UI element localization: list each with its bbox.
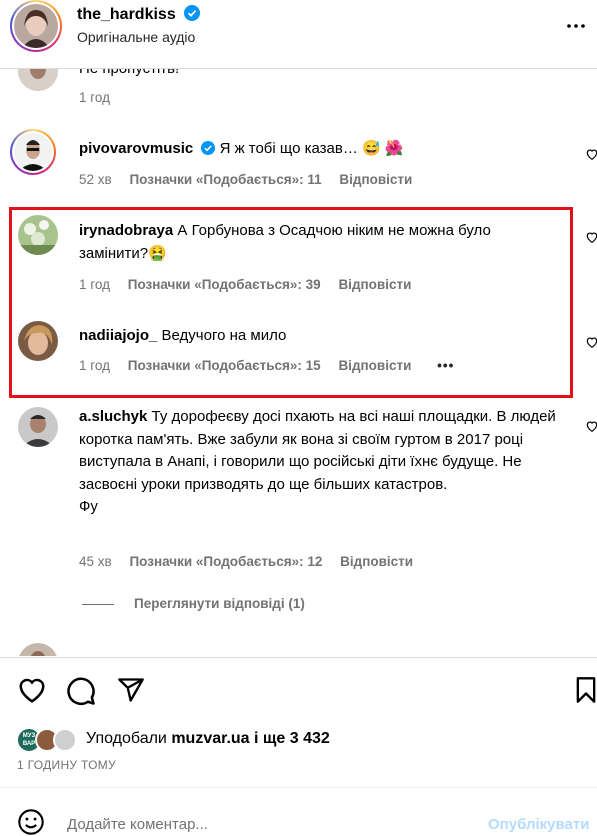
comment-meta: 1 год: [79, 90, 124, 105]
commenter-avatar[interactable]: [10, 129, 56, 175]
comment-text-line: Фу: [79, 498, 98, 515]
verified-badge-icon: [184, 5, 201, 21]
comment-likes[interactable]: Позначки «Подобається»: 39: [128, 277, 321, 292]
comment-text: nadiiajojo_ Ведучого на мило: [79, 327, 287, 344]
liked-by-avatars[interactable]: МУЗ ВАР: [17, 728, 81, 754]
username-text[interactable]: the_hardkiss: [77, 6, 176, 23]
reply-button[interactable]: Відповісти: [339, 172, 412, 187]
like-comment-heart-icon[interactable]: [585, 230, 597, 244]
like-heart-icon[interactable]: [17, 676, 47, 704]
comment-text: pivovarovmusic Я ж тобі що казав… 😅 🌺: [79, 140, 404, 157]
comment-time: 52 хв: [79, 172, 112, 187]
post-time[interactable]: 1 ГОДИНУ ТОМУ: [17, 758, 116, 772]
comment-time: 45 хв: [79, 554, 112, 569]
comment-likes[interactable]: Позначки «Подобається»: 12: [129, 554, 322, 569]
likes-count[interactable]: і ще 3 432: [254, 730, 330, 747]
view-replies-button[interactable]: Переглянути відповіді (1): [82, 596, 305, 611]
more-options-icon[interactable]: [566, 16, 586, 36]
profile-avatar[interactable]: [10, 0, 62, 52]
like-comment-heart-icon[interactable]: [585, 419, 597, 433]
save-bookmark-icon[interactable]: [575, 676, 597, 704]
comment-text: a.sluchyk Ту дорофеєву досі пхають на вс…: [79, 406, 569, 519]
comment-meta: 1 год Позначки «Подобається»: 15 Відпові…: [79, 358, 468, 373]
reply-button[interactable]: Відповісти: [340, 554, 413, 569]
add-comment-bar: Додайте коментар... Опублікувати: [0, 787, 597, 835]
commenter-avatar[interactable]: [18, 643, 58, 656]
likes-summary[interactable]: Уподобали muzvar.ua і ще 3 432: [86, 730, 330, 748]
liked-by-user[interactable]: muzvar.ua: [171, 730, 249, 747]
add-comment-input[interactable]: Додайте коментар...: [67, 816, 208, 833]
comment-text: irynadobraya А Горбунова з Осадчою ніким…: [79, 222, 491, 262]
comment-text: Не пропустіть!: [79, 69, 564, 81]
comment-username[interactable]: a.sluchyk: [79, 408, 147, 425]
comment-meta: 45 хв Позначки «Подобається»: 12 Відпові…: [79, 554, 427, 569]
commenter-avatar[interactable]: [18, 321, 58, 361]
commenter-avatar[interactable]: [18, 69, 58, 91]
commenter-avatar[interactable]: [18, 407, 58, 447]
share-send-icon[interactable]: [117, 676, 145, 704]
reply-button[interactable]: Відповісти: [338, 277, 411, 292]
comment-likes[interactable]: Позначки «Подобається»: 11: [129, 172, 321, 187]
avatar-image: [14, 4, 58, 48]
post-author-username[interactable]: the_hardkiss: [77, 5, 201, 24]
original-audio-link[interactable]: Оригінальне аудіо: [77, 29, 195, 45]
post-comment-button[interactable]: Опублікувати: [488, 816, 589, 833]
liker-avatar: [53, 728, 77, 752]
reply-button[interactable]: Відповісти: [338, 358, 411, 373]
likes-prefix: Уподобали: [86, 730, 167, 747]
commenter-avatar[interactable]: [18, 215, 58, 255]
comment-time: 1 год: [79, 277, 110, 292]
comment-more-options-icon[interactable]: •••: [437, 358, 454, 373]
like-comment-heart-icon[interactable]: [585, 147, 597, 161]
post-actions-bar: МУЗ ВАР Уподобали muzvar.ua і ще 3 432 1…: [0, 657, 597, 835]
like-comment-heart-icon[interactable]: [585, 335, 597, 349]
comment-username[interactable]: pivovarovmusic: [79, 140, 193, 157]
verified-badge-icon: [201, 141, 216, 155]
comment-meta: 1 год Позначки «Подобається»: 39 Відпові…: [79, 277, 425, 292]
emoji-icon[interactable]: [17, 808, 45, 836]
comment-bubble-icon[interactable]: [66, 676, 96, 706]
comment-username[interactable]: nadiiajojo_: [79, 327, 157, 344]
comment-time: 1 год: [79, 90, 110, 105]
comment-time: 1 год: [79, 358, 110, 373]
post-header: the_hardkiss Оригінальне аудіо: [0, 0, 597, 69]
comment-likes[interactable]: Позначки «Подобається»: 15: [128, 358, 321, 373]
comment-meta: 52 хв Позначки «Подобається»: 11 Відпові…: [79, 172, 426, 187]
comments-list[interactable]: Не пропустіть! 1 год pivovarovmusic Я ж …: [0, 69, 597, 656]
comment-username[interactable]: irynadobraya: [79, 222, 173, 239]
replies-divider: [82, 603, 114, 605]
